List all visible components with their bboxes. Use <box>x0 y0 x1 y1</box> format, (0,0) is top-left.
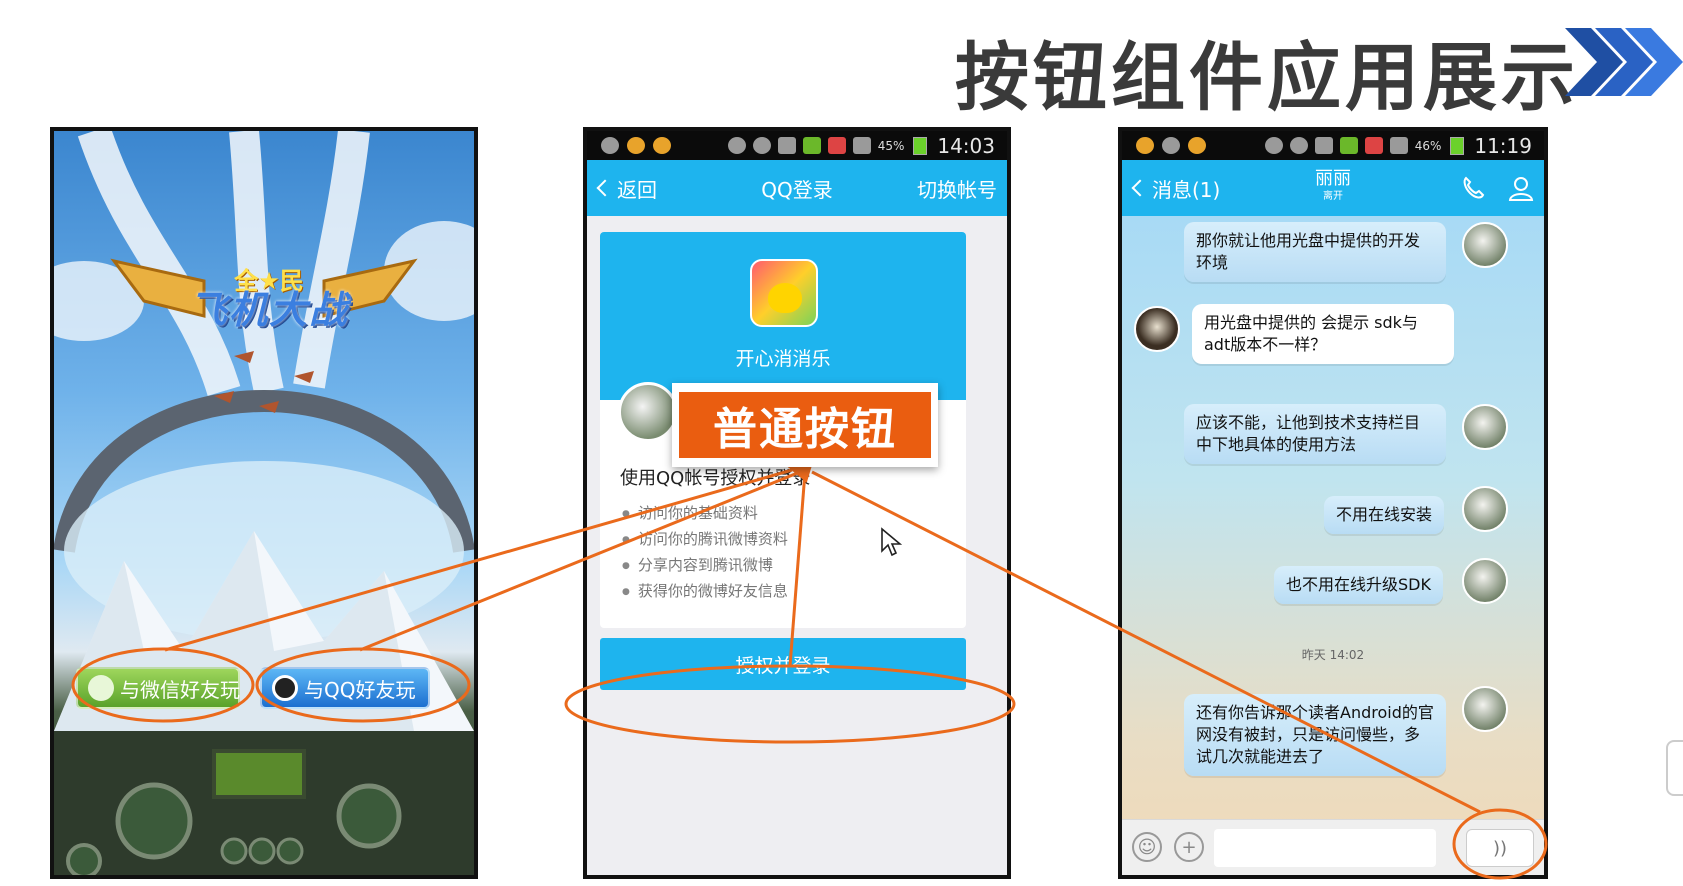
voice-button[interactable]: )) <box>1466 829 1534 867</box>
list-item: 访问你的基础资料 <box>622 500 788 526</box>
switch-account-button[interactable]: 切换帐号 <box>917 174 997 203</box>
person-icon[interactable] <box>1508 175 1534 201</box>
status-icons-left <box>601 137 671 154</box>
chat-message: 也不用在线升级SDK <box>1274 566 1443 604</box>
wechat-icon <box>88 675 114 701</box>
list-item: 访问你的腾讯微博资料 <box>622 526 788 552</box>
avatar <box>1462 404 1508 450</box>
qq-penguin-icon <box>272 675 298 701</box>
emoji-icon[interactable]: ☺ <box>1132 832 1162 862</box>
signal-icon <box>1389 137 1408 154</box>
phone-icon[interactable] <box>1460 175 1486 201</box>
chevron-left-icon <box>1131 179 1149 197</box>
slide-title: 按钮组件应用展示 <box>955 35 1579 121</box>
back-button[interactable]: 消息(1) <box>1131 174 1221 203</box>
permission-list: 访问你的基础资料 访问你的腾讯微博资料 分享内容到腾讯微博 获得你的微博好友信息 <box>622 500 788 604</box>
voice-icon: )) <box>1492 837 1508 859</box>
cursor-icon <box>881 527 902 557</box>
login-card-header: 开心消消乐 <box>600 232 966 400</box>
no-sim-icon <box>1364 137 1383 154</box>
shield-icon <box>1162 137 1180 154</box>
eye-icon <box>1264 137 1283 154</box>
chevron-left-icon <box>596 179 614 197</box>
permission-title: 使用QQ帐号授权并登录 <box>620 468 811 489</box>
back-label: 返回 <box>617 177 657 202</box>
chat-area: 那你就让他用光盘中提供的开发环境 用光盘中提供的 会提示 sdk与adt版本不一… <box>1122 216 1544 875</box>
status-time: 14:03 <box>937 133 995 158</box>
app-notification-icon <box>1136 137 1154 154</box>
game-background-art <box>54 131 474 875</box>
status-time: 11:19 <box>1474 133 1532 158</box>
battery-percent: 46% <box>1414 138 1442 153</box>
plus-icon[interactable]: + <box>1174 832 1204 862</box>
chat-message: 还有你告诉那个读者Android的官网没有被封，只是访问慢些，多试几次就能进去了 <box>1184 694 1446 776</box>
chat-message: 用光盘中提供的 会提示 sdk与adt版本不一样？ <box>1192 304 1454 364</box>
status-icons-left <box>1136 137 1206 154</box>
chat-input-bar: ☺ + )) <box>1122 819 1544 875</box>
timestamp: 昨天 14:02 <box>1301 648 1365 662</box>
edge-tab <box>1666 740 1683 796</box>
battery-icon <box>913 136 928 155</box>
alarm-icon <box>1289 137 1308 154</box>
chat-input[interactable] <box>1214 829 1436 867</box>
status-bar: 46% 11:19 <box>1122 131 1544 160</box>
game-screen: 全★民 飞机大战 与微信好友玩 与QQ好友玩 <box>54 131 474 875</box>
app-notification-icon <box>627 137 645 154</box>
status-bar: 45% 14:03 <box>587 131 1007 160</box>
avatar <box>1462 222 1508 268</box>
nav-bar: 返回 QQ登录 切换帐号 <box>587 160 1007 216</box>
status-icons-right: 45% <box>727 136 928 155</box>
sim-icon <box>802 137 821 154</box>
app-icon <box>750 259 818 327</box>
back-label: 消息(1) <box>1152 177 1221 202</box>
login-screen: 开心消消乐 使用QQ帐号授权并登录 访问你的基础资料 访问你的腾讯微博资料 分享… <box>587 216 1007 875</box>
play-with-wechat-friends-label: 与微信好友玩 <box>120 677 240 702</box>
avatar <box>1462 486 1508 532</box>
eye-icon <box>727 137 746 154</box>
phone-qq-login: 45% 14:03 返回 QQ登录 切换帐号 开心消消乐 使用QQ帐号授权并登录… <box>583 127 1011 879</box>
callout-text: 普通按钮 <box>679 392 931 458</box>
play-with-wechat-friends-button[interactable]: 与微信好友玩 <box>76 667 240 709</box>
alarm-icon <box>752 137 771 154</box>
app-name: 开心消消乐 <box>735 348 831 370</box>
list-item: 分享内容到腾讯微博 <box>622 552 788 578</box>
chat-message: 应该不能，让他到技术支持栏目中下地具体的使用方法 <box>1184 404 1446 464</box>
battery-icon <box>1450 136 1465 155</box>
authorize-login-button[interactable]: 授权并登录 <box>600 638 966 690</box>
wifi-icon <box>777 137 796 154</box>
avatar <box>618 382 678 442</box>
phone-game: 全★民 飞机大战 与微信好友玩 与QQ好友玩 <box>50 127 478 879</box>
signal-icon <box>852 137 871 154</box>
avatar <box>1462 686 1508 732</box>
chevron-right-icon <box>1565 28 1683 96</box>
sim-icon <box>1339 137 1358 154</box>
callout-label: 普通按钮 <box>672 383 938 467</box>
game-logo: 飞机大战 <box>188 288 349 332</box>
chat-message: 不用在线安装 <box>1324 496 1445 534</box>
avatar <box>1462 558 1508 604</box>
contact-avatar <box>1134 306 1180 352</box>
brightness-icon <box>653 137 671 154</box>
play-with-qq-friends-label: 与QQ好友玩 <box>304 677 416 702</box>
notification-icon <box>601 137 619 154</box>
no-sim-icon <box>827 137 846 154</box>
brightness-icon <box>1188 137 1206 154</box>
nav-bar: 消息(1) 丽丽 离开 <box>1122 160 1544 216</box>
list-item: 获得你的微博好友信息 <box>622 578 788 604</box>
play-with-qq-friends-button[interactable]: 与QQ好友玩 <box>260 667 430 709</box>
wifi-icon <box>1314 137 1333 154</box>
chat-message: 那你就让他用光盘中提供的开发环境 <box>1184 222 1446 282</box>
back-button[interactable]: 返回 <box>596 174 657 203</box>
phone-chat: 46% 11:19 消息(1) 丽丽 离开 那你就让他用光盘中提供的开发环境 用… <box>1118 127 1548 879</box>
battery-percent: 45% <box>877 138 905 153</box>
chick-icon <box>768 283 802 313</box>
status-icons-right: 46% <box>1264 136 1465 155</box>
